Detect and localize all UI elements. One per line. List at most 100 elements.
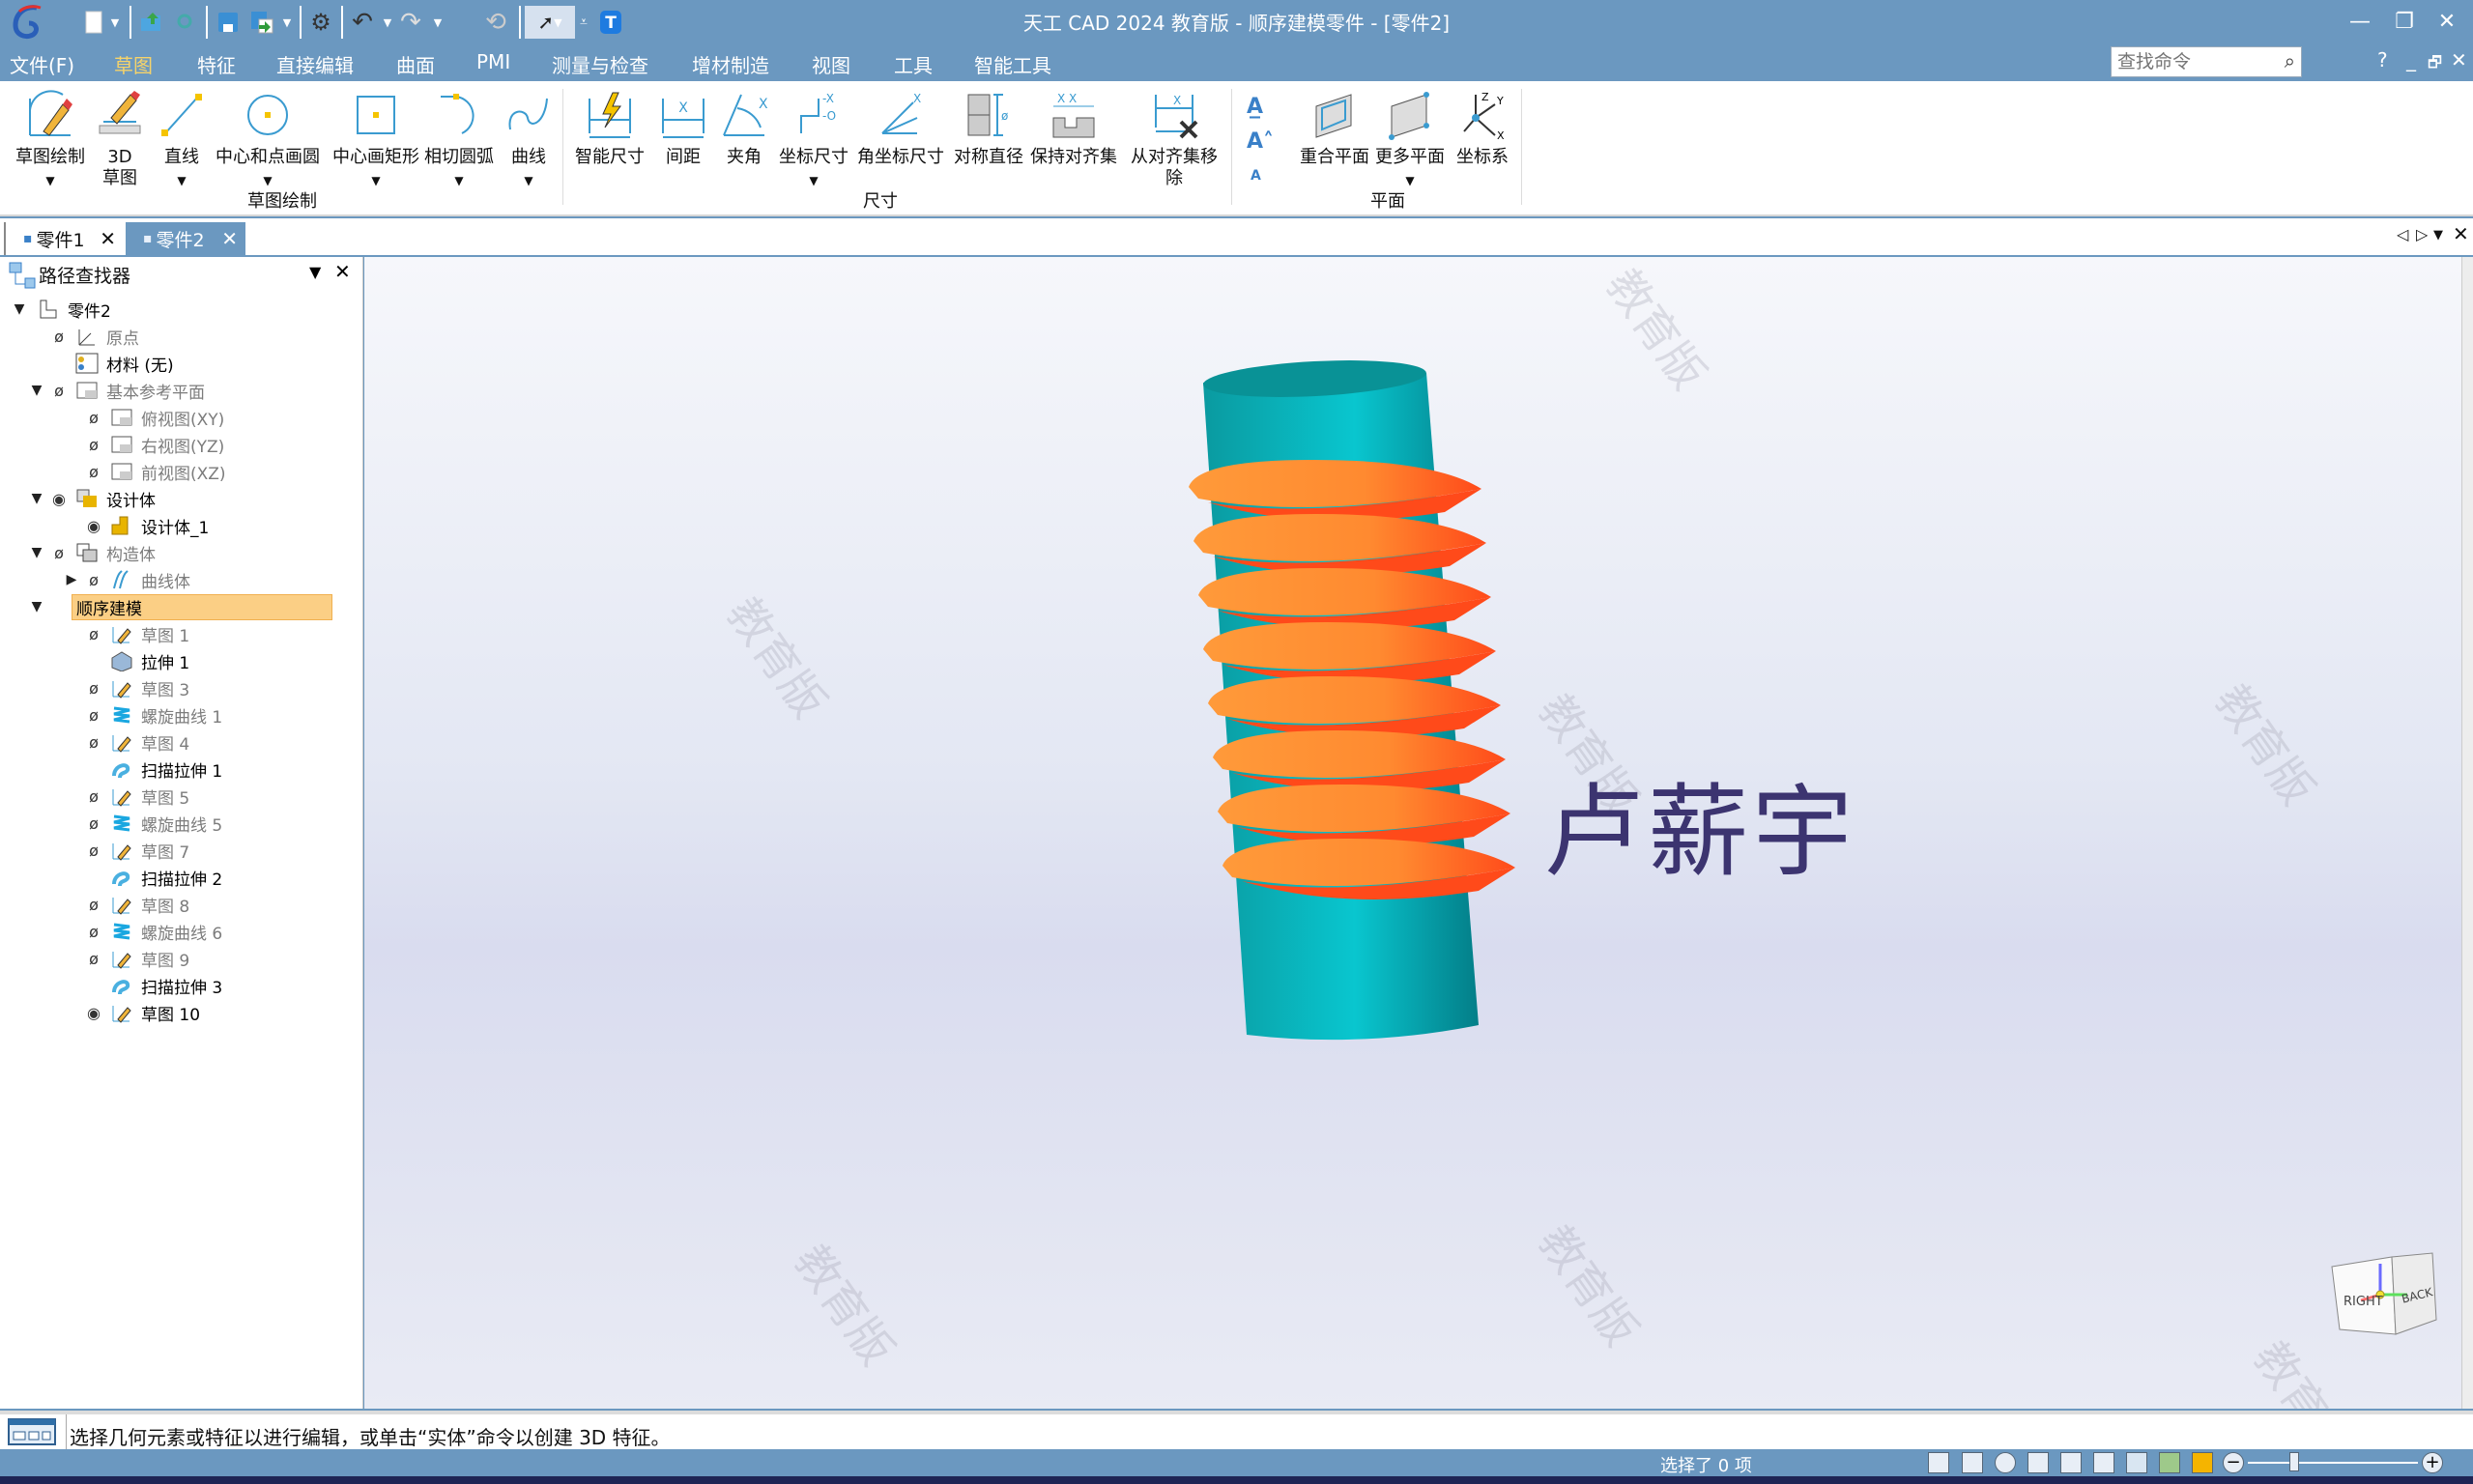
dropdown-arrow-icon[interactable]: ▼ (155, 174, 209, 187)
text-size-down-icon[interactable]: A (1251, 168, 1261, 184)
dropdown-arrow-icon[interactable]: ▼ (327, 174, 425, 187)
eye-hidden-icon[interactable]: ø (81, 436, 106, 454)
doc-minimize-button[interactable]: _ (2406, 48, 2416, 71)
dropdown-arrow-icon[interactable]: ▼ (215, 174, 321, 187)
eye-hidden-icon[interactable]: ø (46, 328, 72, 346)
eye-hidden-icon[interactable]: ø (46, 382, 72, 400)
menu-item-7[interactable]: 增材制造 (692, 50, 769, 78)
tree-item[interactable]: 拉伸 1 (62, 647, 189, 674)
eye-hidden-icon[interactable]: ø (81, 923, 106, 941)
text-size-up-icon[interactable]: A˄ (1247, 129, 1274, 154)
tree-item[interactable]: ▼ ø 基本参考平面 (27, 377, 205, 404)
menu-item-9[interactable]: 工具 (894, 50, 933, 78)
ribbon-button-coincident-plane[interactable]: 重合平面 (1295, 81, 1374, 216)
zoom-slider-thumb[interactable] (2288, 1452, 2299, 1471)
fit-icon[interactable] (2027, 1452, 2049, 1473)
snapshot-icon[interactable] (1928, 1452, 1949, 1473)
menu-item-0[interactable]: 文件(F) (10, 50, 74, 78)
eye-hidden-icon[interactable]: ø (81, 787, 106, 806)
ribbon-button-remove-alignment[interactable]: X 从对齐集移除 (1123, 81, 1225, 216)
panel-options-icon[interactable]: ▼ (309, 263, 321, 281)
ribbon-button-center-rectangle[interactable]: 中心画矩形 ▼ (327, 81, 425, 216)
expand-icon[interactable]: ▶ (62, 572, 81, 587)
tree-item[interactable]: ▼ 零件2 (10, 296, 111, 323)
tree-item[interactable]: 扫描拉伸 2 (62, 864, 222, 891)
eye-hidden-icon[interactable]: ø (81, 571, 106, 589)
eye-hidden-icon[interactable]: ø (81, 842, 106, 860)
ribbon-button-sketch-draw[interactable]: 草图绘制 ▼ (8, 81, 93, 216)
eye-hidden-icon[interactable]: ø (81, 896, 106, 914)
tree-item[interactable]: 材料 (无) (27, 350, 174, 377)
tree-item[interactable]: ◉ 草图 10 (62, 999, 200, 1026)
tree-item[interactable]: ø 右视图(YZ) (62, 431, 224, 458)
tree-item[interactable]: ø 草图 1 (62, 620, 189, 647)
ribbon-button-curve[interactable]: 曲线 ▼ (501, 81, 557, 216)
minimize-button[interactable]: — (2341, 8, 2379, 37)
tree-item[interactable]: ø 草图 8 (62, 891, 189, 918)
search-icon[interactable]: ⌕ (2285, 49, 2295, 72)
tree-item[interactable]: 扫描拉伸 3 (62, 972, 222, 999)
command-search[interactable]: ⌕ (2111, 46, 2302, 77)
doc-restore-button[interactable]: 🗗 (2428, 52, 2442, 78)
ribbon-button-coordinate-system[interactable]: Z Y X 坐标系 (1450, 81, 1515, 216)
collapse-icon[interactable]: ▼ (27, 545, 46, 560)
menu-item-1[interactable]: 草图 (104, 50, 162, 87)
tree-item[interactable]: ø 前视图(XZ) (62, 458, 225, 485)
eye-hidden-icon[interactable]: ø (81, 409, 106, 427)
ribbon-button-3d-sketch[interactable]: 3D 草图 (97, 81, 143, 216)
tree-item[interactable]: ø 草图 5 (62, 783, 189, 810)
display-mode-icon[interactable] (2192, 1452, 2213, 1473)
eye-visible-icon[interactable]: ◉ (46, 490, 72, 508)
close-tab-icon[interactable]: ✕ (221, 227, 238, 250)
eye-visible-icon[interactable]: ◉ (81, 517, 106, 535)
tree-item[interactable]: ø 草图 3 (62, 674, 189, 701)
eye-hidden-icon[interactable]: ø (81, 706, 106, 725)
tree-item[interactable]: ø 草图 7 (62, 837, 189, 864)
eye-hidden-icon[interactable]: ø (81, 733, 106, 752)
ribbon-button-distance[interactable]: X 间距 (657, 81, 709, 216)
dropdown-arrow-icon[interactable]: ▼ (501, 174, 557, 187)
pan-icon[interactable] (2060, 1452, 2082, 1473)
ribbon-button-tangent-arc[interactable]: 相切圆弧 ▼ (421, 81, 497, 216)
tree-item[interactable]: ▼ ◉ 设计体 (27, 485, 156, 512)
tab-next-icon[interactable]: ▷ (2416, 225, 2428, 243)
eye-hidden-icon[interactable]: ø (81, 814, 106, 833)
command-search-input[interactable] (2112, 47, 2266, 76)
view-cube[interactable]: RIGHT BACK (2326, 1252, 2442, 1349)
tab-part1[interactable]: ▪ 零件1 ✕ (4, 222, 124, 255)
view-orient-icon[interactable] (2126, 1452, 2147, 1473)
rotate-icon[interactable] (2093, 1452, 2114, 1473)
close-all-tabs-icon[interactable]: ✕ (2453, 222, 2469, 245)
prompt-window-icon[interactable] (8, 1418, 56, 1447)
panel-close-icon[interactable]: ✕ (334, 260, 351, 283)
eye-hidden-icon[interactable]: ø (81, 625, 106, 643)
tree-item[interactable]: ø 螺旋曲线 6 (62, 918, 222, 945)
shaded-icon[interactable] (2159, 1452, 2180, 1473)
collapse-icon[interactable]: ▼ (27, 491, 46, 506)
close-button[interactable]: ✕ (2428, 8, 2466, 37)
menu-item-8[interactable]: 视图 (812, 50, 850, 78)
menu-item-4[interactable]: 曲面 (396, 50, 435, 78)
ribbon-button-angle[interactable]: X 夹角 (713, 81, 775, 216)
help-button[interactable]: ? (2377, 48, 2388, 71)
close-tab-icon[interactable]: ✕ (100, 227, 116, 250)
doc-close-button[interactable]: ✕ (2451, 48, 2467, 71)
ribbon-button-line[interactable]: 直线 ▼ (155, 81, 209, 216)
tree-item[interactable]: ø 草图 9 (62, 945, 189, 972)
eye-visible-icon[interactable]: ◉ (81, 1004, 106, 1022)
3d-viewport[interactable]: 教育版 教育版 教育版 教育版 教育版 教育版 教育版 卢薪宇 RIGHT BA… (364, 257, 2461, 1409)
collapse-icon[interactable]: ▼ (27, 599, 46, 614)
collapse-icon[interactable]: ▼ (10, 301, 29, 317)
text-style-icon[interactable]: A̲ (1247, 95, 1263, 119)
eye-hidden-icon[interactable]: ø (81, 950, 106, 968)
dropdown-arrow-icon[interactable]: ▼ (773, 174, 854, 187)
zoom-out-button[interactable]: − (2223, 1452, 2244, 1473)
menu-item-5[interactable]: PMI (476, 50, 510, 73)
tree-item[interactable]: ▼ 顺序建模 (27, 593, 332, 620)
tree-item[interactable]: ø 原点 (27, 323, 139, 350)
tree-item[interactable]: ▼ ø 构造体 (27, 539, 156, 566)
menu-item-3[interactable]: 直接编辑 (276, 50, 354, 78)
tab-menu-icon[interactable]: ▼ (2433, 228, 2443, 243)
collapse-icon[interactable]: ▼ (27, 383, 46, 398)
zoom-in-button[interactable]: + (2422, 1452, 2443, 1473)
